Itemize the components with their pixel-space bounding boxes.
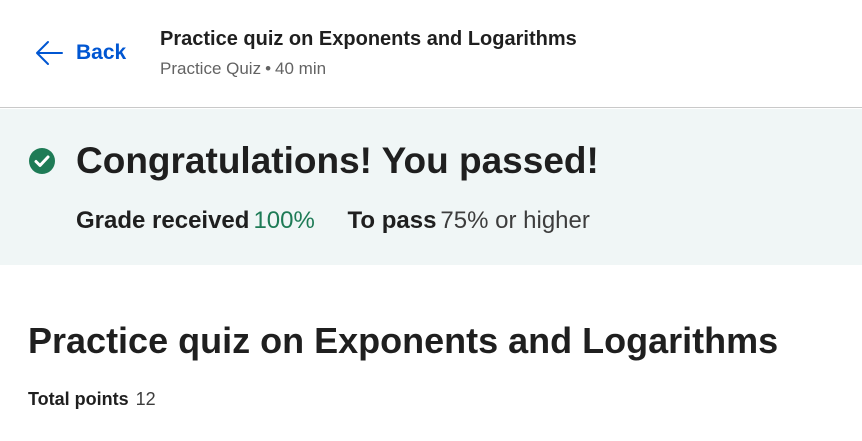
points-value: 12 [135,389,156,409]
arrow-left-icon [34,38,64,68]
meta-type: Practice Quiz [160,59,262,78]
grade-label: Grade received [76,207,250,234]
pass-value: 75% or higher [440,207,590,234]
pass-label: To pass [347,207,437,234]
points-label: Total points [28,389,129,409]
grade-summary: Grade received 100% To pass 75% or higher [76,205,590,237]
total-points: Total points 12 [28,387,156,411]
result-banner [0,109,862,265]
meta-separator: • [265,59,272,78]
course-title-block: Practice quiz on Exponents and Logarithm… [160,26,577,81]
check-circle-icon [28,147,56,180]
grade-value: 100% [253,207,315,234]
quiz-title: Practice quiz on Exponents and Logarithm… [28,320,779,361]
page-header: Back Practice quiz on Exponents and Loga… [0,0,862,108]
meta-duration: 40 min [275,59,327,78]
back-button[interactable]: Back [34,38,126,68]
course-meta: Practice Quiz • 40 min [160,57,577,81]
result-title: Congratulations! You passed! [76,140,599,181]
course-title: Practice quiz on Exponents and Logarithm… [160,28,577,50]
back-label: Back [76,41,127,64]
